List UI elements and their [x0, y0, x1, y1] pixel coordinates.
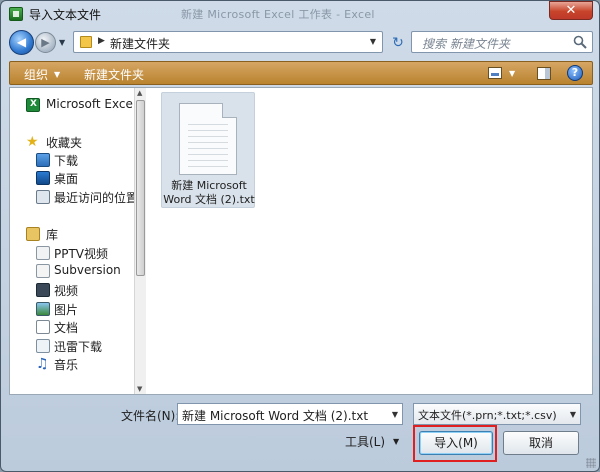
nav-item-label: 音乐 — [54, 358, 79, 372]
search-placeholder: 搜索 新建文件夹 — [422, 37, 510, 51]
back-arrow-icon[interactable]: ◀ — [9, 30, 34, 55]
help-icon[interactable]: ? — [567, 65, 583, 81]
filename-field[interactable]: 新建 Microsoft Word 文档 (2).txt ▼ — [177, 403, 403, 425]
preview-pane-icon[interactable] — [537, 67, 551, 80]
nav-item-label: 迅雷下载 — [54, 340, 103, 354]
search-input[interactable]: 搜索 新建文件夹 — [411, 31, 593, 53]
filetype-select[interactable]: 文本文件(*.prn;*.txt;*.csv) ▼ — [413, 403, 581, 425]
resize-grip-icon[interactable] — [586, 458, 596, 468]
text-file-icon — [179, 103, 237, 175]
breadcrumb-current[interactable]: 新建文件夹 — [110, 35, 170, 52]
nav-item-xunlei-downloads[interactable]: 迅雷下载 — [10, 337, 140, 355]
address-bar[interactable]: ▶ 新建文件夹 ▼ — [73, 31, 383, 53]
tools-dropdown-icon[interactable]: ▼ — [393, 437, 399, 446]
close-button[interactable]: ✕ — [549, 1, 593, 20]
nav-item-microsoft-excel[interactable]: Microsoft Excel — [10, 96, 140, 114]
nav-item-pptv[interactable]: PPTV视频 — [10, 244, 140, 262]
view-dropdown-icon[interactable]: ▼ — [509, 69, 515, 78]
organize-menu[interactable]: 组织 — [24, 66, 48, 83]
filetype-dropdown-icon[interactable]: ▼ — [570, 410, 576, 419]
file-name-line: 新建 Microsoft — [171, 179, 247, 192]
pptv-icon — [36, 246, 50, 260]
video-icon — [36, 283, 50, 297]
nav-item-label: Subversion — [54, 263, 121, 277]
address-row: ◀ ▶ ▼ ▶ 新建文件夹 ▼ ↻ 搜索 新建文件夹 — [1, 27, 599, 59]
nav-item-recent-places[interactable]: 最近访问的位置 — [10, 188, 140, 206]
window-title: 导入文本文件 — [29, 8, 102, 22]
nav-item-label: 文档 — [54, 321, 79, 335]
filetype-value: 文本文件(*.prn;*.txt;*.csv) — [418, 409, 557, 422]
download-folder-icon — [36, 153, 50, 167]
nav-item-label: PPTV视频 — [54, 247, 109, 261]
nav-item-label: 桌面 — [54, 172, 79, 186]
subversion-icon — [36, 264, 50, 278]
navigation-pane: Microsoft Excel ★ 收藏夹 下载 桌面 最近访问的位置 库 — [10, 88, 146, 394]
filename-dropdown-icon[interactable]: ▼ — [392, 410, 398, 419]
organize-dropdown-icon[interactable]: ▼ — [54, 70, 60, 79]
nav-item-music[interactable]: ♫ 音乐 — [10, 355, 140, 373]
file-item[interactable]: 新建 Microsoft Word 文档 (2).txt — [161, 92, 255, 208]
nav-item-libraries[interactable]: 库 — [10, 225, 140, 243]
xunlei-icon — [36, 339, 50, 353]
nav-item-favorites[interactable]: ★ 收藏夹 — [10, 133, 140, 151]
nav-item-desktop[interactable]: 桌面 — [10, 169, 140, 187]
nav-item-downloads[interactable]: 下载 — [10, 151, 140, 169]
nav-item-label: 收藏夹 — [46, 136, 83, 150]
change-view-icon[interactable] — [488, 67, 502, 79]
nav-item-subversion[interactable]: Subversion — [10, 262, 140, 280]
excel-icon — [26, 98, 40, 112]
breadcrumb-chevron-icon[interactable]: ▶ — [98, 36, 105, 46]
recent-pages-dropdown-icon[interactable]: ▼ — [59, 38, 65, 47]
library-icon — [26, 227, 40, 241]
scroll-down-icon[interactable]: ▼ — [137, 385, 142, 393]
command-toolbar: 组织 ▼ 新建文件夹 ▼ ? — [9, 61, 593, 85]
nav-item-label: 下载 — [54, 154, 79, 168]
nav-item-label: 视频 — [54, 284, 79, 298]
nav-item-pictures[interactable]: 图片 — [10, 300, 140, 318]
music-icon: ♫ — [36, 356, 49, 372]
excel-app-icon — [9, 7, 23, 21]
folder-icon — [80, 36, 92, 48]
nav-item-label: Microsoft Excel — [46, 97, 137, 111]
navigation-scrollbar[interactable]: ▲ ▼ — [134, 88, 146, 394]
address-dropdown-icon[interactable]: ▼ — [370, 37, 376, 46]
import-button[interactable]: 导入(M) — [419, 431, 493, 455]
nav-item-label: 库 — [46, 228, 59, 242]
recent-places-icon — [36, 190, 50, 204]
pictures-icon — [36, 302, 50, 316]
desktop-icon — [36, 171, 50, 185]
nav-item-documents[interactable]: 文档 — [10, 318, 140, 336]
file-name-line: Word 文档 (2).txt — [163, 193, 255, 206]
search-icon — [573, 35, 587, 49]
documents-icon — [36, 320, 50, 334]
filename-label: 文件名(N): — [121, 409, 180, 423]
import-text-dialog: 导入文本文件 新建 Microsoft Excel 工作表 - Excel ✕ … — [0, 0, 600, 472]
browser-content: Microsoft Excel ★ 收藏夹 下载 桌面 最近访问的位置 库 — [9, 87, 593, 395]
background-window-title: 新建 Microsoft Excel 工作表 - Excel — [181, 8, 375, 21]
scroll-up-icon[interactable]: ▲ — [137, 89, 142, 97]
nav-item-label: 最近访问的位置 — [54, 191, 139, 205]
new-folder-button[interactable]: 新建文件夹 — [84, 66, 144, 83]
forward-arrow-icon[interactable]: ▶ — [35, 32, 56, 53]
file-name: 新建 Microsoft Word 文档 (2).txt — [162, 179, 256, 207]
star-icon: ★ — [26, 134, 39, 150]
scrollbar-thumb[interactable] — [136, 100, 145, 276]
filename-value: 新建 Microsoft Word 文档 (2).txt — [182, 409, 369, 423]
nav-item-videos[interactable]: 视频 — [10, 281, 140, 299]
nav-item-label: 图片 — [54, 303, 79, 317]
title-bar[interactable]: 导入文本文件 新建 Microsoft Excel 工作表 - Excel ✕ — [1, 1, 599, 27]
file-list: 新建 Microsoft Word 文档 (2).txt — [147, 88, 592, 394]
cancel-button[interactable]: 取消 — [503, 431, 579, 455]
tools-button[interactable]: 工具(L) — [345, 433, 385, 450]
refresh-icon[interactable]: ↻ — [389, 34, 407, 52]
